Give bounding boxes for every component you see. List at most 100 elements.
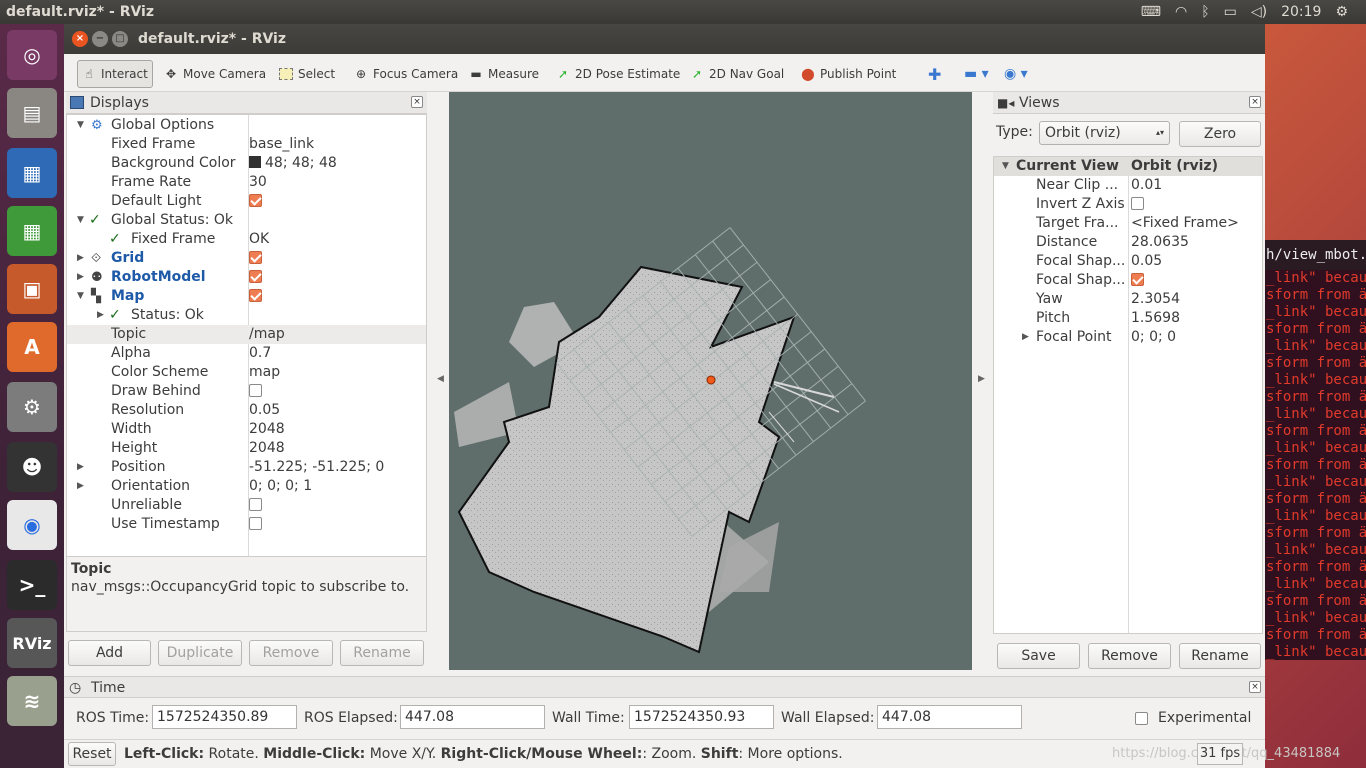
view-property-row[interactable]: Target Fra... <Fixed Frame> <box>994 214 1262 233</box>
expand-arrow-icon[interactable]: ▼ <box>77 116 84 135</box>
display-property-row[interactable]: ▶ ⚉ RobotModel <box>67 268 426 287</box>
minimize-icon[interactable]: − <box>92 31 108 47</box>
expand-arrow-icon[interactable]: ▶ <box>1022 328 1029 347</box>
measure-tool[interactable]: ▬ Measure <box>465 60 543 88</box>
terminal-icon[interactable]: >_ <box>7 560 57 610</box>
use-timestamp-checkbox[interactable] <box>249 517 262 530</box>
move-camera-tool[interactable]: ✥ Move Camera <box>160 60 270 88</box>
display-property-row[interactable]: ✓ Fixed Frame OK <box>67 230 426 249</box>
rename-view-button[interactable]: Rename <box>1179 643 1261 669</box>
impress-icon[interactable]: ▣ <box>7 264 57 314</box>
display-property-row[interactable]: Frame Rate 30 <box>67 173 426 192</box>
view-property-row[interactable]: Invert Z Axis <box>994 195 1262 214</box>
display-property-row[interactable]: Background Color 48; 48; 48 <box>67 154 426 173</box>
ubuntu-dash-icon[interactable]: ◎ <box>7 30 57 80</box>
expand-arrow-icon[interactable]: ▶ <box>97 306 104 325</box>
expand-arrow-icon[interactable]: ▼ <box>1002 157 1009 176</box>
interact-tool[interactable]: ☝ Interact <box>77 60 153 88</box>
close-views-icon[interactable]: × <box>1249 96 1261 108</box>
robotmodel-checkbox[interactable] <box>249 270 262 283</box>
settings-gear-icon[interactable]: ⚙ <box>1335 4 1348 20</box>
expand-arrow-icon[interactable]: ▼ <box>77 287 84 306</box>
publish-point-tool[interactable]: ⬤ Publish Point <box>797 60 900 88</box>
close-panel-icon[interactable]: × <box>411 96 423 108</box>
nav-goal-tool[interactable]: ➚ 2D Nav Goal <box>686 60 788 88</box>
view-property-row[interactable]: Yaw 2.3054 <box>994 290 1262 309</box>
add-tool-icon[interactable]: ✚ <box>924 60 945 88</box>
wall-time-field[interactable]: 1572524350.93 <box>629 705 774 729</box>
invert-z-checkbox[interactable] <box>1131 197 1144 210</box>
display-property-row[interactable]: ▼ ✓ Global Status: Ok <box>67 211 426 230</box>
focal-shape-checkbox[interactable] <box>1131 273 1144 286</box>
clock[interactable]: 20:19 <box>1281 4 1321 20</box>
rviz-icon[interactable]: RViz <box>7 618 57 668</box>
expand-arrow-icon[interactable]: ▼ <box>77 211 84 230</box>
save-view-button[interactable]: Save <box>997 643 1080 669</box>
display-property-row[interactable]: Resolution 0.05 <box>67 401 426 420</box>
expand-arrow-icon[interactable]: ▶ <box>77 477 84 496</box>
color-swatch[interactable] <box>249 156 261 168</box>
remove-view-button[interactable]: Remove <box>1088 643 1171 669</box>
rename-display-button[interactable]: Rename <box>340 640 424 666</box>
display-property-row[interactable]: Height 2048 <box>67 439 426 458</box>
keyboard-icon[interactable]: ⌨ <box>1141 4 1161 20</box>
pose-estimate-tool[interactable]: ➚ 2D Pose Estimate <box>552 60 684 88</box>
terminal-window[interactable]: h/view_mbot.l _link" becau sform from ä _l… <box>1264 240 1366 660</box>
remove-tool-icon[interactable]: ▬ ▾ <box>960 60 993 88</box>
display-property-row[interactable]: Draw Behind <box>67 382 426 401</box>
display-property-row[interactable]: Topic/map <box>67 325 426 344</box>
expand-arrow-icon[interactable]: ▶ <box>77 249 84 268</box>
expand-arrow-icon[interactable]: ▶ <box>77 268 84 287</box>
collapse-right-icon[interactable]: ▶ <box>978 374 985 384</box>
calc-icon[interactable]: ▦ <box>7 206 57 256</box>
expand-arrow-icon[interactable]: ▶ <box>77 458 84 477</box>
display-property-row[interactable]: Use Timestamp <box>67 515 426 534</box>
collapse-left-icon[interactable]: ◀ <box>437 374 444 384</box>
display-property-row[interactable]: Color Scheme map <box>67 363 426 382</box>
remove-display-button[interactable]: Remove <box>249 640 333 666</box>
grid-checkbox[interactable] <box>249 251 262 264</box>
display-property-row[interactable]: ▼ ▚ Map <box>67 287 426 306</box>
files-icon[interactable]: ▤ <box>7 88 57 138</box>
ros-elapsed-field[interactable]: 447.08 <box>400 705 545 729</box>
view-property-row[interactable]: Near Clip ... 0.01 <box>994 176 1262 195</box>
battery-icon[interactable]: ▭ <box>1224 4 1237 20</box>
close-time-icon[interactable]: × <box>1249 681 1261 693</box>
add-display-button[interactable]: Add <box>68 640 151 666</box>
chrome-icon[interactable]: ◉ <box>7 500 57 550</box>
unreliable-checkbox[interactable] <box>249 498 262 511</box>
display-property-row[interactable]: Default Light <box>67 192 426 211</box>
qq-icon[interactable]: ☻ <box>7 442 57 492</box>
ros-time-field[interactable]: 1572524350.89 <box>152 705 297 729</box>
experimental-checkbox[interactable] <box>1135 712 1148 725</box>
current-view-row[interactable]: ▼ Current View Orbit (rviz) <box>994 157 1262 176</box>
bluetooth-icon[interactable]: ᛒ <box>1201 4 1209 20</box>
view-property-row[interactable]: Distance 28.0635 <box>994 233 1262 252</box>
volume-icon[interactable]: ◁) <box>1251 4 1267 20</box>
select-tool[interactable]: Select <box>275 60 339 88</box>
close-window-icon[interactable]: × <box>72 31 88 47</box>
map-checkbox[interactable] <box>249 289 262 302</box>
maximize-icon[interactable]: □ <box>112 31 128 47</box>
wifi-icon[interactable]: ◠ <box>1175 4 1187 20</box>
default-light-checkbox[interactable] <box>249 194 262 207</box>
tool-visibility-icon[interactable]: ◉ ▾ <box>1000 60 1032 88</box>
display-property-row[interactable]: ▶ ✓ Status: Ok <box>67 306 426 325</box>
duplicate-display-button[interactable]: Duplicate <box>158 640 242 666</box>
display-property-row[interactable]: ▶ Orientation 0; 0; 0; 1 <box>67 477 426 496</box>
display-property-row[interactable]: Fixed Frame base_link <box>67 135 426 154</box>
draw-behind-checkbox[interactable] <box>249 384 262 397</box>
display-property-row[interactable]: Alpha 0.7 <box>67 344 426 363</box>
view-property-row[interactable]: Pitch 1.5698 <box>994 309 1262 328</box>
view-property-row[interactable]: Focal Shap... <box>994 271 1262 290</box>
software-center-icon[interactable]: A <box>7 322 57 372</box>
system-settings-icon[interactable]: ⚙ <box>7 382 57 432</box>
render-viewport[interactable] <box>449 92 972 670</box>
view-property-row[interactable]: ▶ Focal Point 0; 0; 0 <box>994 328 1262 347</box>
layers-icon[interactable]: ≋ <box>7 676 57 726</box>
focus-camera-tool[interactable]: ⊕ Focus Camera <box>350 60 462 88</box>
display-property-row[interactable]: ▶ ⟐ Grid <box>67 249 426 268</box>
writer-icon[interactable]: ▦ <box>7 148 57 198</box>
display-property-row[interactable]: ▼ ⚙ Global Options <box>67 116 426 135</box>
reset-button[interactable]: Reset <box>68 742 116 766</box>
